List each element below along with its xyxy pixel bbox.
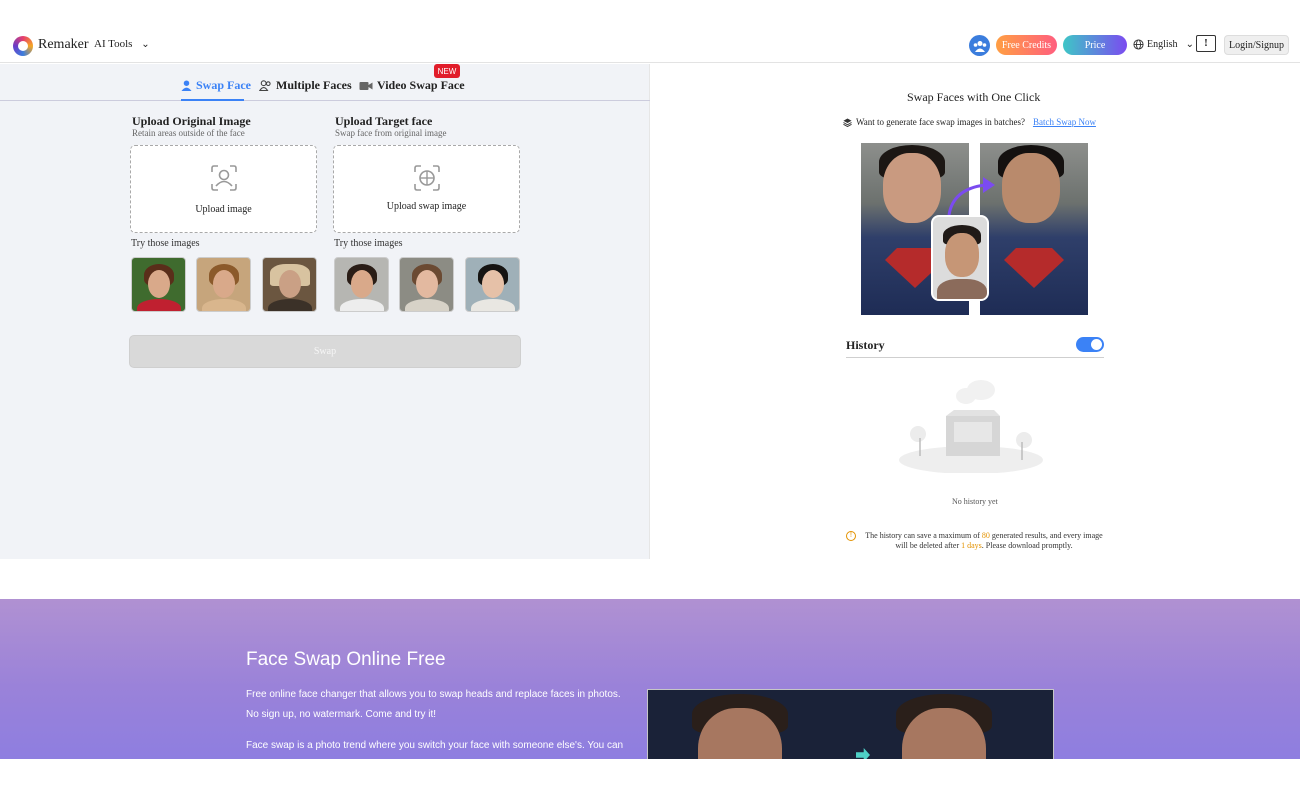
ai-tools-label: AI Tools: [94, 38, 133, 50]
language-label: English: [1147, 39, 1178, 50]
community-icon[interactable]: [969, 35, 990, 56]
face-swap-intro-section: Face Swap Online Free Free online face c…: [0, 599, 1300, 759]
users-icon: [259, 80, 271, 91]
tab-video-swap-face[interactable]: Video Swap Face: [359, 78, 465, 93]
globe-icon: [1133, 39, 1144, 50]
section-title: Face Swap Online Free: [246, 649, 446, 670]
right-panel-title: Swap Faces with One Click: [907, 90, 1041, 104]
tab-multiple-faces[interactable]: Multiple Faces: [259, 78, 352, 93]
info-icon: !: [846, 531, 856, 541]
price-button[interactable]: Price: [1063, 35, 1127, 55]
empty-box-illustration: [899, 380, 1043, 473]
section-paragraph-1: Free online face changer that allows you…: [246, 689, 621, 720]
brand-name[interactable]: Remaker: [38, 37, 89, 53]
example-result-photo: [980, 143, 1088, 315]
sample-target-face-1[interactable]: [334, 257, 389, 312]
history-title: History: [846, 338, 885, 352]
remaker-logo-icon[interactable]: [13, 36, 33, 56]
upload-swap-image-label: Upload swap image: [386, 201, 467, 212]
new-badge: NEW: [434, 64, 460, 78]
face-scan-icon: [210, 165, 237, 191]
swap-arrow-icon: [947, 177, 995, 216]
language-selector[interactable]: English ⌄: [1133, 39, 1194, 50]
login-signup-button[interactable]: Login/Signup: [1224, 35, 1289, 55]
upload-target-subtitle: Swap face from original image: [335, 128, 447, 138]
swap-panel: Swap Face Multiple Faces Video Swap Face…: [0, 64, 650, 559]
tab-swap-face[interactable]: Swap Face: [181, 78, 251, 93]
face-swap-icon: [413, 165, 440, 191]
feedback-icon[interactable]: !: [1196, 35, 1216, 52]
tab-label: Swap Face: [196, 78, 251, 92]
try-images-label: Try those images: [334, 238, 403, 249]
upload-original-title: Upload Original Image: [132, 114, 251, 128]
batch-prompt: Want to generate face swap images in bat…: [856, 117, 1025, 127]
tab-label: Multiple Faces: [276, 78, 352, 92]
active-tab-indicator: [181, 99, 244, 101]
user-icon: [181, 80, 192, 91]
face-swap-demo-image: [647, 689, 1054, 759]
layers-icon: [843, 117, 852, 127]
upload-original-subtitle: Retain areas outside of the face: [132, 128, 245, 138]
sample-original-image-2[interactable]: [196, 257, 251, 312]
upload-target-dropzone[interactable]: Upload swap image: [333, 145, 520, 233]
history-info-text: The history can save a maximum of 80 gen…: [865, 531, 1103, 550]
history-divider: [846, 357, 1104, 358]
sample-original-image-1[interactable]: [131, 257, 186, 312]
top-header: Remaker AI Tools ⌄ Free Credits Price En…: [0, 28, 1300, 63]
sample-original-image-3[interactable]: [262, 257, 317, 312]
ai-tools-menu[interactable]: AI Tools ⌄: [94, 38, 150, 50]
sample-target-face-3[interactable]: [465, 257, 520, 312]
face-swap-example-image: [861, 143, 1089, 315]
no-history-text: No history yet: [952, 497, 998, 506]
batch-swap-link[interactable]: Batch Swap Now: [1033, 117, 1096, 127]
upload-original-dropzone[interactable]: Upload image: [130, 145, 317, 233]
upload-target-title: Upload Target face: [335, 114, 433, 128]
tab-label: Video Swap Face: [377, 78, 465, 92]
chevron-down-icon: ⌄: [1185, 39, 1194, 50]
example-target-face-photo: [931, 215, 989, 301]
section-paragraph-2: Face swap is a photo trend where you swi…: [246, 740, 624, 751]
history-toggle[interactable]: [1076, 337, 1104, 352]
try-images-label: Try those images: [131, 238, 200, 249]
sample-target-face-2[interactable]: [399, 257, 454, 312]
video-icon: [359, 81, 373, 90]
batch-swap-row: Want to generate face swap images in bat…: [843, 117, 1096, 127]
tab-bar: Swap Face Multiple Faces Video Swap Face…: [0, 64, 650, 101]
swap-button[interactable]: Swap: [129, 335, 521, 368]
free-credits-button[interactable]: Free Credits: [996, 35, 1057, 55]
chevron-down-icon: ⌄: [141, 39, 150, 50]
upload-image-label: Upload image: [195, 204, 252, 215]
